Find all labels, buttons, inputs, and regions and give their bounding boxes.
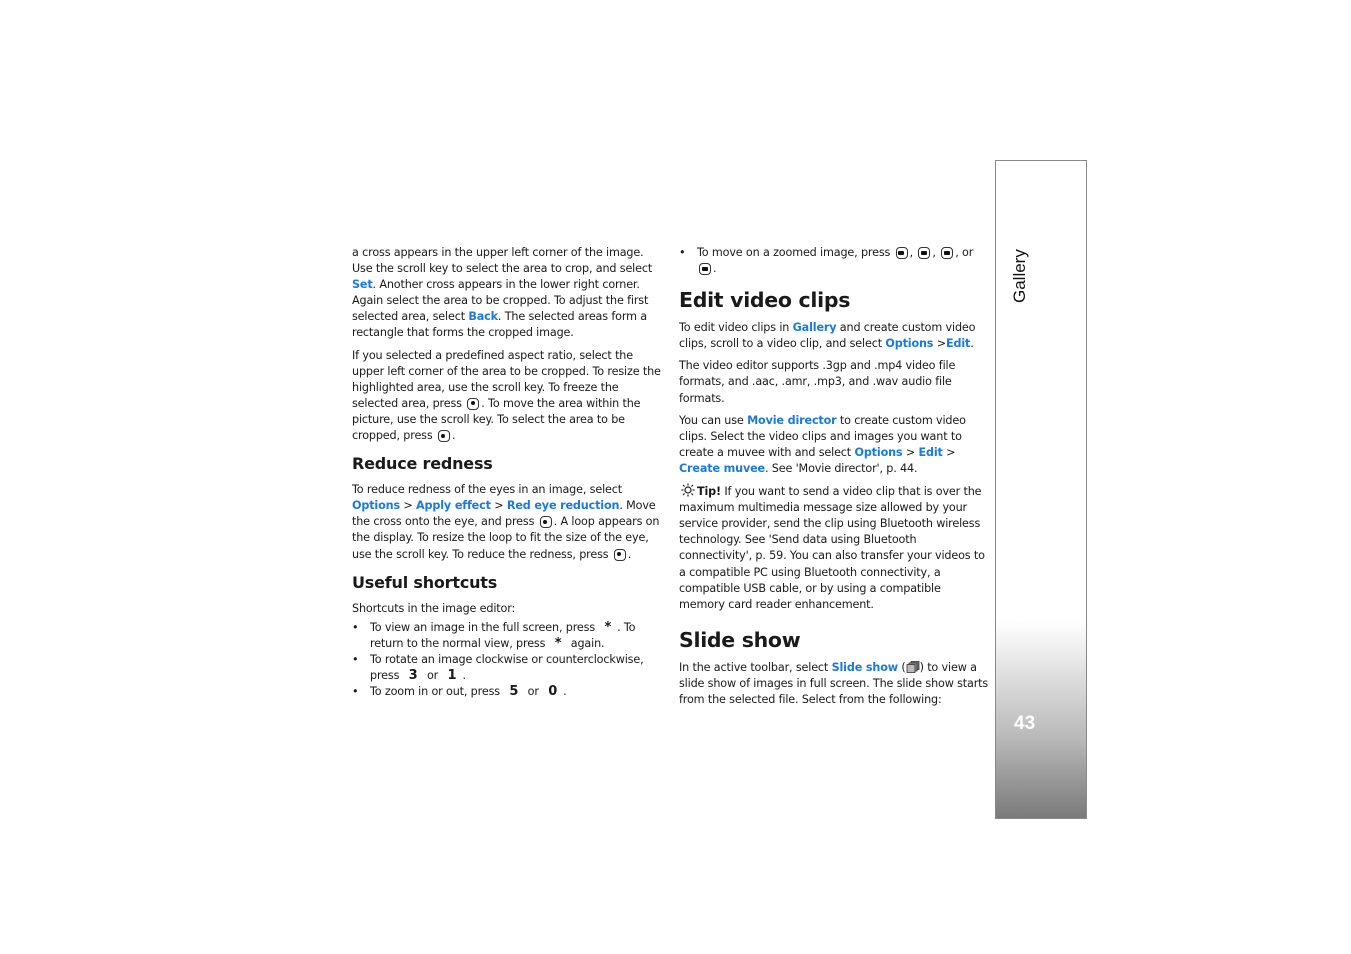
- slide-show-paragraph: In the active toolbar, select Slide show…: [679, 660, 989, 706]
- movie-director-link[interactable]: Movie director: [747, 414, 837, 427]
- chapter-tab: Gallery 43: [995, 160, 1087, 819]
- bullet-icon: •: [352, 685, 359, 699]
- apply-effect-link[interactable]: Apply effect: [416, 499, 491, 512]
- formats-paragraph: The video editor supports .3gp and .mp4 …: [679, 359, 956, 405]
- shortcuts-list: • To view an image in the full screen, pr…: [352, 620, 662, 700]
- aspect-ratio-paragraph: If you selected a predefined aspect rati…: [352, 348, 661, 443]
- gallery-link[interactable]: Gallery: [793, 321, 837, 334]
- select-key-icon: [613, 548, 626, 561]
- slide-show-heading: Slide show: [679, 627, 801, 652]
- red-eye-reduction-link[interactable]: Red eye reduction: [507, 499, 620, 512]
- list-item: • To move on a zoomed image, press , , , …: [679, 246, 974, 276]
- list-item: • To view an image in the full screen, pr…: [352, 619, 636, 651]
- scroll-left-key-icon: [941, 247, 954, 259]
- options-link[interactable]: Options: [854, 446, 902, 459]
- scroll-right-key-icon: [699, 263, 711, 276]
- key-0-icon: 0: [548, 684, 558, 700]
- slide-show-icon: [906, 660, 919, 673]
- select-key-icon: [467, 397, 480, 410]
- key-1-icon: 1: [447, 667, 457, 683]
- scroll-up-key-icon: [895, 247, 908, 259]
- set-link[interactable]: Set: [352, 278, 373, 291]
- edit-link[interactable]: Edit: [946, 337, 970, 350]
- star-key-icon: *: [604, 619, 612, 635]
- move-list: • To move on a zoomed image, press , , , …: [679, 245, 989, 277]
- crop-paragraph: a cross appears in the upper left corner…: [352, 246, 653, 340]
- lightbulb-tip-icon: [681, 483, 695, 497]
- tip-paragraph: Tip! If you want to send a video clip th…: [679, 483, 985, 611]
- key-5-icon: 5: [509, 684, 519, 700]
- right-column: • To move on a zoomed image, press , , , …: [679, 245, 989, 714]
- edit-video-paragraph: To edit video clips in Gallery and creat…: [679, 321, 976, 351]
- slide-show-link[interactable]: Slide show: [832, 661, 899, 674]
- reduce-redness-heading: Reduce redness: [352, 454, 493, 474]
- reduce-redness-paragraph: To reduce redness of the eyes in an imag…: [352, 483, 660, 561]
- create-muvee-link[interactable]: Create muvee: [679, 462, 765, 475]
- back-link[interactable]: Back: [468, 310, 498, 323]
- edit-link[interactable]: Edit: [918, 446, 942, 459]
- list-item: • To zoom in or out, press 5 or 0.: [352, 684, 567, 700]
- edit-video-clips-heading: Edit video clips: [679, 288, 851, 313]
- scroll-down-key-icon: [918, 247, 931, 259]
- key-3-icon: 3: [408, 667, 418, 683]
- section-label: Gallery: [1010, 249, 1029, 303]
- select-key-icon: [539, 516, 552, 529]
- bullet-icon: •: [352, 620, 359, 634]
- bullet-icon: •: [679, 246, 686, 259]
- options-link[interactable]: Options: [352, 499, 400, 512]
- tip-label: Tip!: [697, 485, 721, 499]
- page-number: 43: [1014, 713, 1036, 734]
- select-key-icon: [437, 430, 450, 443]
- options-link[interactable]: Options: [885, 337, 933, 350]
- shortcuts-intro: Shortcuts in the image editor:: [352, 601, 516, 615]
- bullet-icon: •: [352, 652, 359, 666]
- list-item: • To rotate an image clockwise or counter…: [352, 652, 644, 683]
- star-key-icon: *: [554, 635, 562, 651]
- movie-director-paragraph: You can use Movie director to create cus…: [679, 413, 966, 475]
- left-column: a cross appears in the upper left corner…: [352, 245, 662, 700]
- useful-shortcuts-heading: Useful shortcuts: [352, 572, 498, 592]
